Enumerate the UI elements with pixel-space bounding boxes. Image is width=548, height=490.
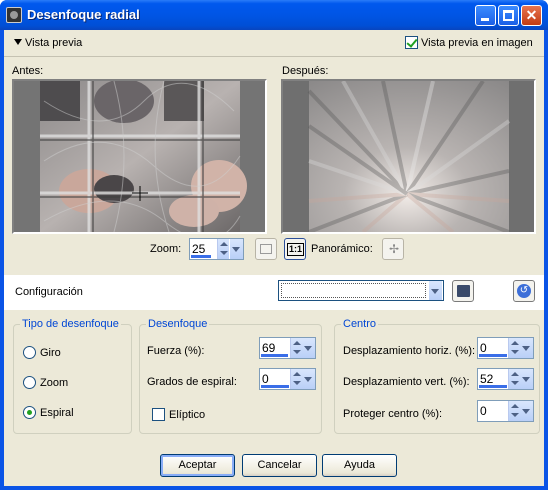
config-label: Configuración: [15, 286, 83, 298]
blur-type-title: Tipo de desenfoque: [20, 318, 121, 330]
fit-zoom-button[interactable]: [255, 238, 277, 260]
twist-label: Grados de espiral:: [147, 376, 237, 388]
reset-button[interactable]: ↺: [513, 280, 535, 302]
vert-offset-value: 52: [480, 372, 494, 386]
preview-in-image-checkbox[interactable]: [405, 36, 418, 49]
vert-spin-arrows[interactable]: [508, 369, 520, 389]
protect-center-label: Proteger centro (%):: [343, 408, 443, 420]
zoom-bar: [191, 255, 211, 258]
actual-size-button[interactable]: 1:1: [284, 238, 306, 260]
pan-button[interactable]: ✢: [382, 238, 404, 260]
radio-giro[interactable]: [23, 346, 36, 359]
title-bar[interactable]: Desenfoque radial ✕: [0, 0, 548, 30]
protect-center-value: 0: [480, 404, 487, 418]
strength-value: 69: [262, 341, 276, 355]
strength-label: Fuerza (%):: [147, 345, 205, 357]
strength-dropdown-icon[interactable]: [302, 338, 315, 358]
elliptical-checkbox[interactable]: [152, 408, 165, 421]
dialog-window: Desenfoque radial ✕ Vista previa Vista p…: [0, 0, 548, 490]
twist-dropdown-icon[interactable]: [302, 369, 315, 389]
radio-espiral[interactable]: [23, 406, 36, 419]
preview-toggle-label: Vista previa: [25, 37, 83, 49]
horiz-offset-bar: [479, 354, 507, 357]
config-combobox[interactable]: [278, 280, 444, 301]
pan-label: Panorámico:: [311, 243, 373, 255]
minimize-button[interactable]: [475, 5, 496, 26]
vert-offset-label: Desplazamiento vert. (%):: [343, 376, 470, 388]
config-dropdown-icon[interactable]: [429, 281, 442, 300]
radio-giro-label: Giro: [40, 347, 61, 359]
zoom-spin-arrows[interactable]: [217, 239, 229, 259]
twist-bar: [261, 385, 289, 388]
before-label: Antes:: [12, 65, 44, 77]
app-icon: [6, 7, 22, 23]
cancel-button[interactable]: Cancelar: [242, 454, 317, 477]
before-preview[interactable]: [12, 79, 267, 234]
minimize-icon: [481, 18, 489, 21]
close-icon: ✕: [525, 7, 538, 23]
protect-center-spinner[interactable]: 0: [477, 400, 534, 422]
horiz-offset-label: Desplazamiento horiz. (%):: [343, 345, 476, 357]
maximize-button[interactable]: [498, 5, 519, 26]
vert-offset-bar: [479, 385, 507, 388]
collapse-triangle-icon: [14, 39, 22, 45]
reset-icon: ↺: [517, 284, 531, 298]
window-title: Desenfoque radial: [27, 7, 140, 22]
after-preview: [281, 79, 536, 234]
dialog-body: Vista previa Vista previa en imagen Ante…: [4, 30, 544, 486]
save-icon: [457, 285, 470, 297]
maximize-icon: [503, 10, 514, 21]
focus-rect: [281, 283, 426, 298]
strength-spin-arrows[interactable]: [290, 338, 302, 358]
horiz-spin-arrows[interactable]: [508, 338, 520, 358]
fit-zoom-icon: [260, 244, 272, 254]
radio-espiral-label: Espiral: [40, 407, 74, 419]
help-button[interactable]: Ayuda: [322, 454, 397, 477]
actual-size-icon: 1:1: [287, 243, 305, 256]
window-border: [0, 486, 548, 490]
save-preset-button[interactable]: [452, 280, 474, 302]
preview-in-image-label: Vista previa en imagen: [421, 37, 533, 49]
horiz-dropdown-icon[interactable]: [520, 338, 533, 358]
horiz-offset-spinner[interactable]: 0: [477, 337, 534, 359]
strength-spinner[interactable]: 69: [259, 337, 316, 359]
zoom-dropdown-icon[interactable]: [230, 239, 243, 259]
elliptical-label: Elíptico: [169, 409, 206, 421]
vert-offset-spinner[interactable]: 52: [477, 368, 534, 390]
move-icon: ✢: [389, 242, 400, 256]
before-image: [14, 81, 265, 232]
zoom-value: 25: [192, 242, 206, 256]
strength-bar: [261, 354, 288, 357]
blur-title: Desenfoque: [146, 318, 210, 330]
vert-dropdown-icon[interactable]: [520, 369, 533, 389]
close-button[interactable]: ✕: [521, 5, 542, 26]
horiz-offset-value: 0: [480, 341, 487, 355]
radio-zoom[interactable]: [23, 376, 36, 389]
blur-group: Desenfoque Fuerza (%): 69 Grados de espi…: [139, 318, 322, 434]
twist-spin-arrows[interactable]: [290, 369, 302, 389]
zoom-spinner[interactable]: 25: [189, 238, 244, 260]
after-image: [283, 81, 534, 232]
after-label: Después:: [282, 65, 329, 77]
center-title: Centro: [341, 318, 379, 330]
center-group: Centro Desplazamiento horiz. (%): 0 Desp…: [334, 318, 540, 434]
radio-zoom-label: Zoom: [40, 377, 69, 389]
zoom-label: Zoom:: [150, 243, 182, 255]
protect-spin-arrows[interactable]: [508, 401, 520, 421]
twist-value: 0: [262, 372, 269, 386]
twist-spinner[interactable]: 0: [259, 368, 316, 390]
divider: [4, 56, 544, 57]
protect-dropdown-icon[interactable]: [520, 401, 533, 421]
blur-type-group: Tipo de desenfoque Giro Zoom Espiral: [13, 318, 132, 434]
preview-toggle[interactable]: Vista previa: [14, 37, 82, 49]
ok-button[interactable]: Aceptar: [160, 454, 235, 477]
